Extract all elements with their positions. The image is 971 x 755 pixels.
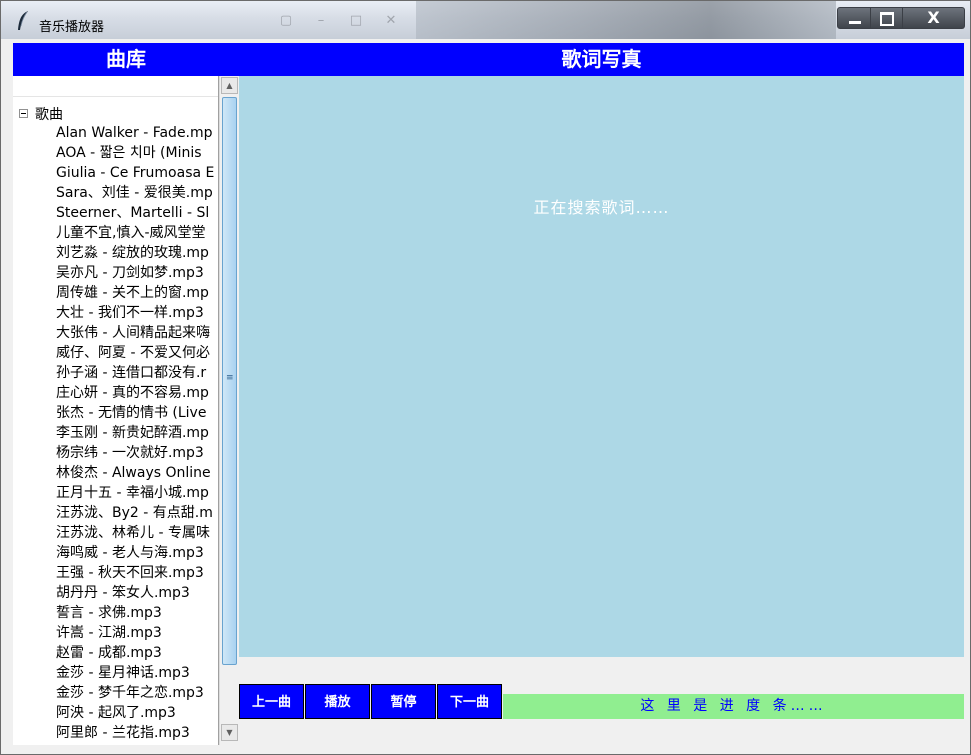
song-item[interactable]: 林俊杰 - Always Online [56, 463, 214, 483]
song-item[interactable]: Alan Walker - Fade.mp [56, 123, 214, 143]
maximize-button[interactable] [871, 7, 903, 29]
song-item[interactable]: AOA - 짧은 치마 (Minis [56, 143, 214, 163]
ghost-window-icon: ▢ [279, 13, 293, 28]
song-item[interactable]: 海鸣威 - 老人与海.mp3 [56, 543, 214, 563]
library-header: 曲库 [106, 47, 146, 71]
ghost-minimize-icon: – [317, 13, 325, 28]
grip-icon: ≡ [226, 373, 234, 383]
song-item[interactable]: 杨宗纬 - 一次就好.mp3 [56, 443, 214, 463]
window-title: 音乐播放器 [39, 20, 105, 35]
song-item[interactable]: 吴亦凡 - 刀剑如梦.mp3 [56, 263, 214, 283]
pause-button[interactable]: 暂停 [371, 684, 436, 719]
song-item[interactable]: 阿泱 - 起风了.mp3 [56, 703, 214, 723]
song-item[interactable]: 金莎 - 星月神话.mp3 [56, 663, 214, 683]
song-list: Alan Walker - Fade.mp AOA - 짧은 치마 (Minis… [56, 123, 214, 743]
title-bar-background [416, 1, 836, 39]
song-item[interactable]: 王强 - 秋天不回来.mp3 [56, 563, 214, 583]
song-item[interactable]: Giulia - Ce Frumoasa E [56, 163, 214, 183]
song-item[interactable]: 威仔、阿夏 - 不爱又何必 [56, 343, 214, 363]
tree-header-divider [13, 96, 218, 97]
feather-icon [18, 11, 28, 30]
lyrics-status: 正在搜索歌词…… [533, 198, 670, 217]
song-item[interactable]: 胡丹丹 - 笨女人.mp3 [56, 583, 214, 603]
scroll-up-arrow-icon[interactable]: ▲ [221, 77, 238, 94]
lyrics-panel: 正在搜索歌词…… [239, 76, 964, 657]
collapse-icon[interactable] [19, 108, 28, 118]
song-item[interactable]: 阿里郎 - 兰花指.mp3 [56, 723, 214, 743]
header-bar: 曲库 歌词写真 [13, 43, 964, 76]
library-tree[interactable]: 歌曲 Alan Walker - Fade.mp AOA - 짧은 치마 (Mi… [13, 76, 219, 745]
playback-controls: 上一曲 播放 暂停 下一曲 [239, 684, 503, 719]
tree-root-label: 歌曲 [35, 107, 63, 123]
title-bar[interactable]: 音乐播放器 ▢ – □ ✕ X [1, 1, 970, 39]
song-item[interactable]: 金莎 - 梦千年之恋.mp3 [56, 683, 214, 703]
song-item[interactable]: 张杰 - 无情的情书 (Live [56, 403, 214, 423]
next-button[interactable]: 下一曲 [437, 684, 502, 719]
close-icon: X [927, 8, 940, 27]
song-item[interactable]: 汪苏泷、林希儿 - 专属味 [56, 523, 214, 543]
song-item[interactable]: 刘艺淼 - 绽放的玫瑰.mp [56, 243, 214, 263]
song-item[interactable]: 李玉刚 - 新贵妃醉酒.mp [56, 423, 214, 443]
ghost-close-icon: ✕ [385, 13, 397, 28]
ghost-maximize-icon: □ [349, 13, 363, 28]
song-item[interactable]: 儿童不宜,慎入-威风堂堂 [56, 223, 214, 243]
song-item[interactable]: 誓言 - 求佛.mp3 [56, 603, 214, 623]
song-item[interactable]: 孙子涵 - 连借口都没有.r [56, 363, 214, 383]
tree-root-songs[interactable]: 歌曲 [19, 104, 63, 124]
song-item[interactable]: 大张伟 - 人间精品起来嗨 [56, 323, 214, 343]
song-item[interactable]: 汪苏泷、By2 - 有点甜.m [56, 503, 214, 523]
song-item[interactable]: 庄心妍 - 真的不容易.mp [56, 383, 214, 403]
song-item[interactable]: 赵雷 - 成都.mp3 [56, 643, 214, 663]
close-button[interactable]: X [903, 7, 965, 29]
lyrics-header: 歌词写真 [561, 47, 642, 71]
scrollbar-thumb[interactable]: ≡ [222, 97, 237, 665]
song-item[interactable]: 周传雄 - 关不上的窗.mp [56, 283, 214, 303]
minimize-button[interactable] [837, 7, 871, 29]
app-window: 音乐播放器 ▢ – □ ✕ X 曲库 歌词写真 歌曲 Alan Walker -… [0, 0, 971, 755]
prev-button[interactable]: 上一曲 [239, 684, 304, 719]
main-content: 曲库 歌词写真 歌曲 Alan Walker - Fade.mp AOA - 짧… [13, 43, 964, 745]
song-item[interactable]: 正月十五 - 幸福小城.mp [56, 483, 214, 503]
song-item[interactable]: Steerner、Martelli - Sl [56, 203, 214, 223]
song-item[interactable]: 许嵩 - 江湖.mp3 [56, 623, 214, 643]
song-item[interactable]: Sara、刘佳 - 爱很美.mp [56, 183, 214, 203]
progress-bar[interactable]: 这 里 是 进 度 条…… [503, 694, 964, 719]
play-button[interactable]: 播放 [305, 684, 370, 719]
library-scrollbar[interactable]: ▲ ≡ ▼ [219, 76, 239, 745]
song-item[interactable]: 大壮 - 我们不一样.mp3 [56, 303, 214, 323]
scroll-down-arrow-icon[interactable]: ▼ [221, 724, 238, 741]
